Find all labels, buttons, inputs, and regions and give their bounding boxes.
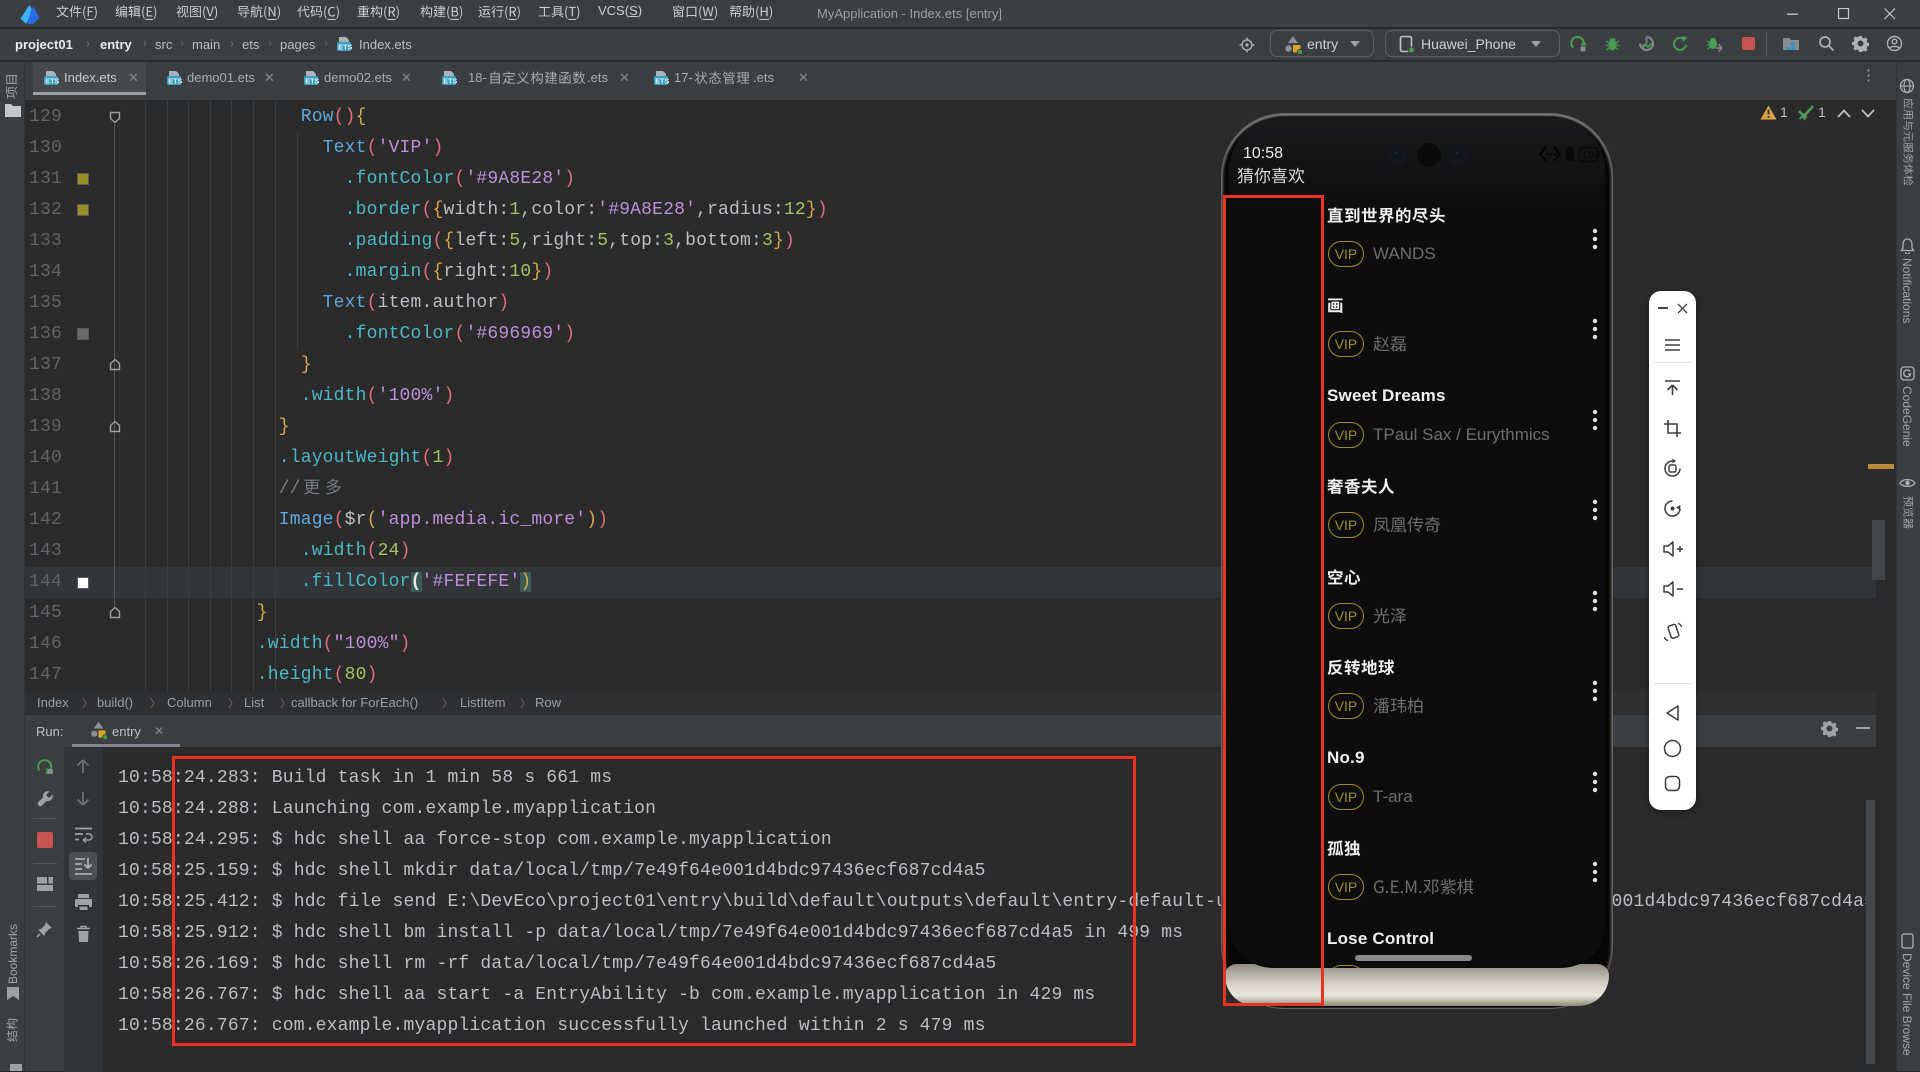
svg-text:ETS: ETS: [305, 76, 319, 85]
svg-text:ETS: ETS: [168, 76, 182, 85]
svg-text:ETS: ETS: [655, 76, 669, 85]
svg-text:ETS: ETS: [338, 42, 352, 51]
svg-text:ETS: ETS: [45, 76, 59, 85]
svg-text:100: 100: [1582, 150, 1600, 162]
svg-text:ETS: ETS: [443, 76, 457, 85]
